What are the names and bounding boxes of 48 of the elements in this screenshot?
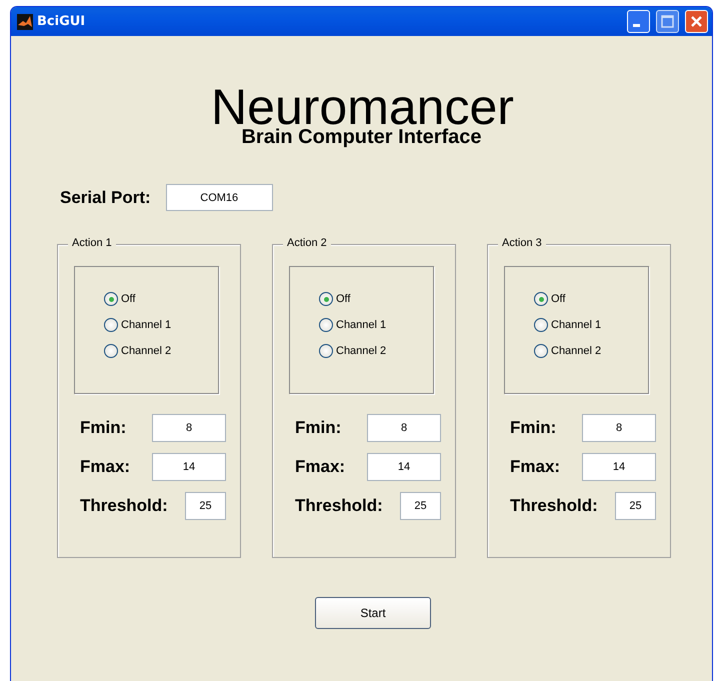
radio-label[interactable]: Off xyxy=(121,293,136,305)
radio-label[interactable]: Off xyxy=(336,293,350,305)
field-label: Fmax: xyxy=(80,457,130,477)
input-field[interactable]: 8 xyxy=(152,414,226,442)
serial-port-field[interactable]: COM16 xyxy=(166,184,273,211)
radio-button[interactable] xyxy=(534,292,548,306)
field-label: Fmax: xyxy=(295,457,346,477)
field-label: Threshold: xyxy=(510,496,598,516)
window-title: BciGUI xyxy=(37,14,86,29)
radio-label[interactable]: Channel 1 xyxy=(551,319,602,331)
radio-label[interactable]: Channel 2 xyxy=(336,345,386,357)
radio-button[interactable] xyxy=(534,344,548,358)
input-field[interactable]: 8 xyxy=(582,414,656,442)
field-label: Threshold: xyxy=(295,496,383,516)
panel-title: Action 1 xyxy=(68,237,116,249)
input-field[interactable]: 14 xyxy=(152,453,226,481)
input-field[interactable]: 25 xyxy=(185,492,226,520)
radio-label[interactable]: Channel 1 xyxy=(121,319,172,331)
input-field[interactable]: 14 xyxy=(367,453,441,481)
radio-button[interactable] xyxy=(104,318,118,332)
maximize-button[interactable] xyxy=(656,10,679,33)
panel-title: Action 3 xyxy=(498,237,546,249)
field-label: Fmin: xyxy=(510,418,556,438)
input-field[interactable]: 25 xyxy=(615,492,656,520)
close-button[interactable] xyxy=(685,10,708,33)
radio-label[interactable]: Off xyxy=(551,293,566,305)
start-button[interactable]: Start xyxy=(315,597,431,629)
app-logo-icon xyxy=(17,14,33,30)
radio-button[interactable] xyxy=(104,292,118,306)
radio-button[interactable] xyxy=(319,292,333,306)
field-label: Fmin: xyxy=(80,418,126,438)
radio-button[interactable] xyxy=(319,318,333,332)
minimize-button[interactable] xyxy=(627,10,650,33)
radio-label[interactable]: Channel 2 xyxy=(551,345,602,357)
panel-title: Action 2 xyxy=(283,237,331,249)
minimize-icon xyxy=(633,24,640,27)
field-label: Fmax: xyxy=(510,457,560,477)
radio-label[interactable]: Channel 2 xyxy=(121,345,172,357)
input-field[interactable]: 8 xyxy=(367,414,441,442)
field-label: Fmin: xyxy=(295,418,342,438)
input-field[interactable]: 14 xyxy=(582,453,656,481)
input-field[interactable]: 25 xyxy=(400,492,441,520)
radio-button[interactable] xyxy=(104,344,118,358)
radio-button[interactable] xyxy=(319,344,333,358)
serial-port-label: Serial Port: xyxy=(60,188,151,208)
radio-button[interactable] xyxy=(534,318,548,332)
radio-label[interactable]: Channel 1 xyxy=(336,319,386,331)
field-label: Threshold: xyxy=(80,496,168,516)
